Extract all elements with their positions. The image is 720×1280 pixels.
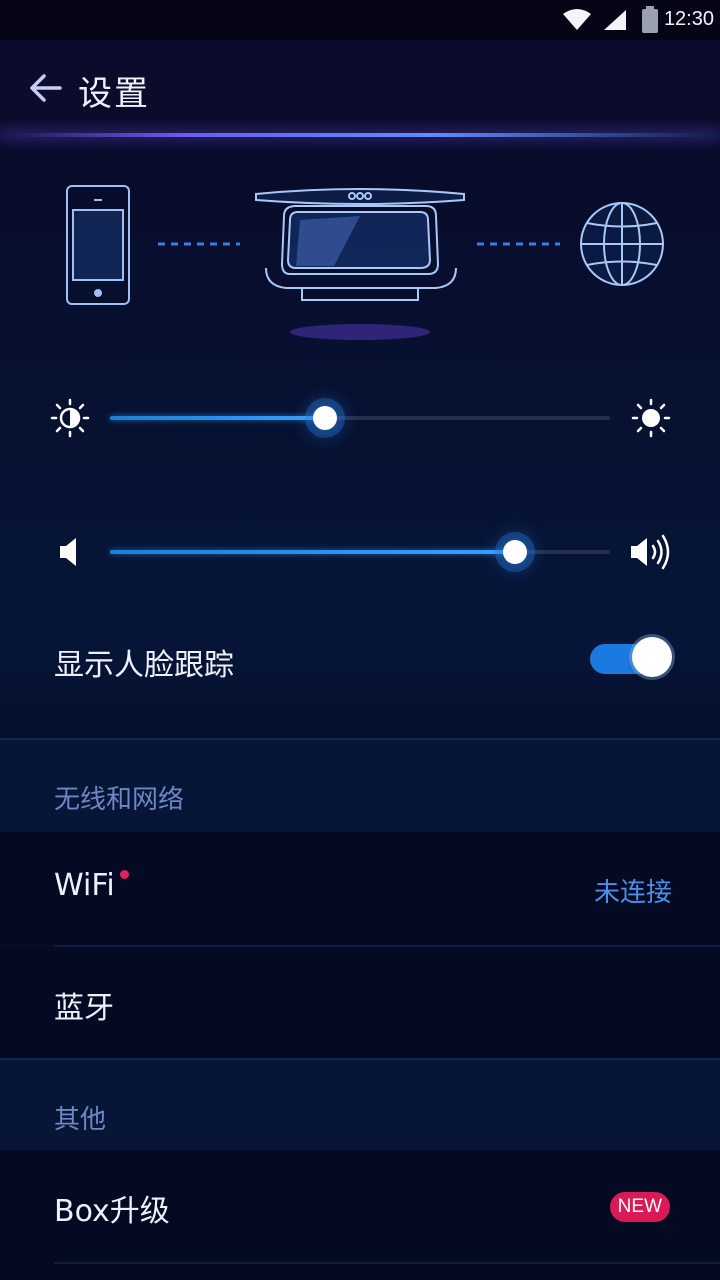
globe-icon (580, 202, 664, 286)
wifi-item[interactable]: WiFi 未连接 (0, 832, 720, 944)
volume-low-icon[interactable] (56, 532, 86, 572)
status-time: 12:30 (663, 8, 714, 30)
section-header-other: 其他 (0, 1058, 720, 1154)
brightness-slider-thumb[interactable] (313, 406, 337, 430)
box-upgrade-label: Box升级 (54, 1194, 170, 1229)
brightness-slider-fill (110, 416, 325, 420)
brightness-high-icon[interactable] (631, 398, 671, 438)
bluetooth-label: 蓝牙 (54, 991, 114, 1026)
brightness-slider-row (0, 388, 720, 448)
phone-icon (66, 185, 130, 305)
list-divider (54, 1262, 720, 1264)
volume-slider-fill (110, 550, 515, 554)
face-tracking-toggle[interactable] (590, 637, 672, 677)
settings-screen: 12:30 设置 显示人脸跟踪 无线和网络 WiFi 未连接 蓝牙 其他 Box… (0, 0, 720, 1280)
new-badge: NEW (609, 1192, 670, 1222)
connection-illustration (66, 185, 664, 340)
volume-slider[interactable] (110, 550, 610, 554)
wifi-icon (563, 9, 591, 30)
box-upgrade-item[interactable]: Box升级 NEW (0, 1150, 720, 1262)
volume-slider-row (0, 522, 720, 582)
header-divider (0, 133, 720, 137)
device-glow (290, 324, 430, 340)
section-title-network: 无线和网络 (54, 785, 185, 815)
wifi-notification-dot (120, 870, 129, 879)
wifi-label: WiFi (54, 868, 115, 903)
volume-slider-thumb[interactable] (503, 540, 527, 564)
box-device-icon (255, 188, 465, 301)
battery-icon (642, 6, 658, 33)
brightness-slider[interactable] (110, 416, 610, 420)
bluetooth-item[interactable]: 蓝牙 (0, 947, 720, 1059)
face-tracking-label: 显示人脸跟踪 (54, 648, 234, 683)
status-bar: 12:30 (0, 0, 720, 40)
section-title-other: 其他 (54, 1105, 107, 1135)
wifi-status: 未连接 (593, 878, 672, 908)
arrow-left-icon[interactable] (26, 68, 66, 108)
brightness-low-icon[interactable] (50, 398, 90, 438)
cell-signal-icon (604, 10, 626, 30)
volume-high-icon[interactable] (628, 532, 674, 572)
page-title: 设置 (78, 74, 150, 114)
section-header-network: 无线和网络 (0, 738, 720, 834)
toggle-knob (632, 637, 672, 677)
